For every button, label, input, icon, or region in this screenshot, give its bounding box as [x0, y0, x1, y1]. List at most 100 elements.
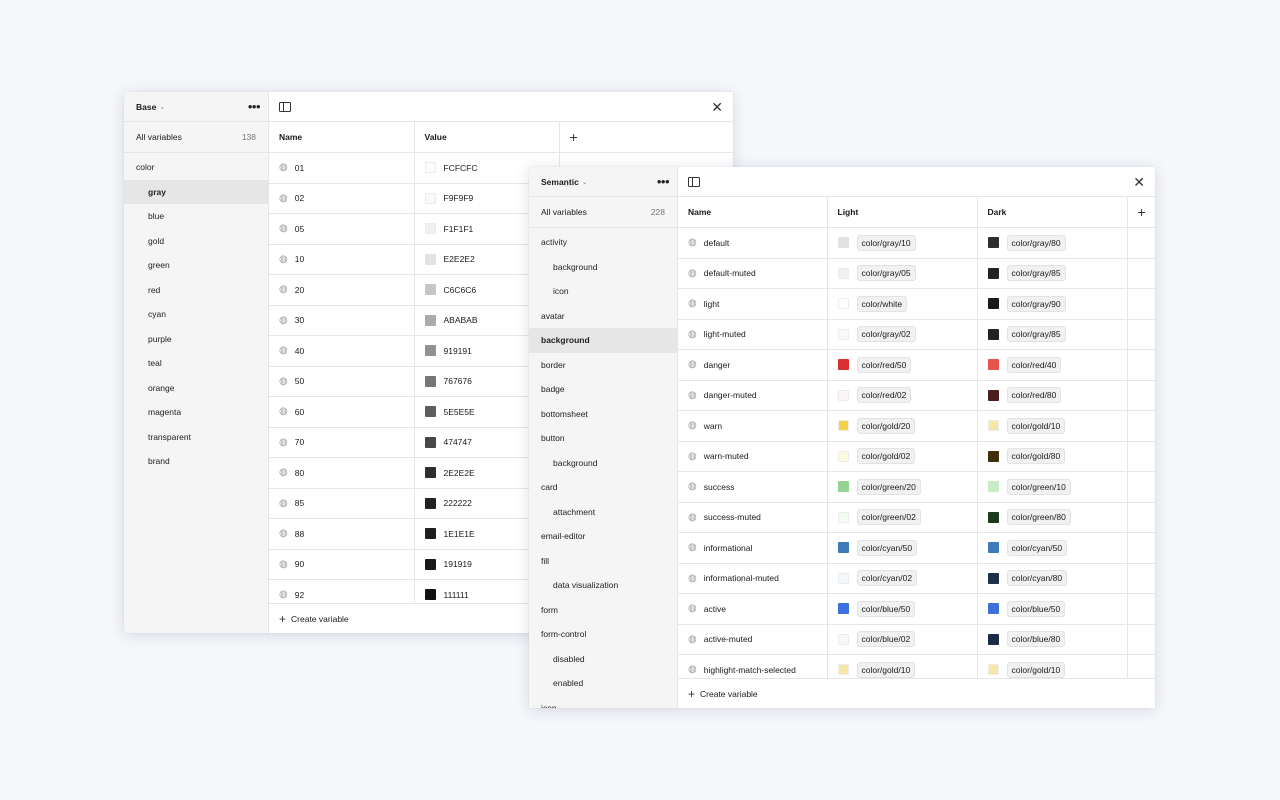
chevron-down-icon[interactable]: ⌄: [582, 178, 588, 186]
alias-pill[interactable]: color/white: [856, 295, 908, 312]
light-value-cell[interactable]: color/gray/05: [827, 258, 978, 289]
sidebar-group-item[interactable]: activity: [529, 230, 677, 255]
sidebar-group-item[interactable]: gray: [124, 179, 268, 204]
alias-pill[interactable]: color/gray/85: [1006, 326, 1066, 343]
alias-pill[interactable]: color/cyan/50: [1006, 539, 1068, 556]
sidebar-group-item[interactable]: orange: [124, 376, 268, 401]
dark-value-cell[interactable]: color/cyan/80: [977, 563, 1128, 594]
name-cell[interactable]: ◍ 60: [269, 396, 415, 428]
sidebar-group-item[interactable]: data visualization: [529, 573, 677, 598]
table-row[interactable]: ◍ default color/gray/10 color/gray/80: [678, 227, 1155, 259]
name-cell[interactable]: ◍ light-muted: [678, 319, 828, 350]
dark-value-cell[interactable]: color/gold/10: [977, 410, 1128, 442]
sidebar-group-item[interactable]: attachment: [529, 500, 677, 525]
light-value-cell[interactable]: color/red/02: [827, 380, 978, 411]
light-value-cell[interactable]: color/green/02: [827, 502, 978, 533]
dark-value-cell[interactable]: color/red/40: [977, 349, 1128, 381]
alias-pill[interactable]: color/red/40: [1006, 356, 1062, 373]
light-value-cell[interactable]: color/cyan/02: [827, 563, 978, 594]
dark-value-cell[interactable]: color/blue/80: [977, 624, 1128, 655]
light-value-cell[interactable]: color/gold/20: [827, 410, 978, 442]
sidebar-toggle-icon[interactable]: [688, 176, 700, 187]
sidebar-group-item[interactable]: border: [529, 353, 677, 378]
table-row[interactable]: ◍ success-muted color/green/02 color/green/…: [678, 502, 1155, 533]
name-cell[interactable]: ◍ active: [678, 593, 828, 625]
name-cell[interactable]: ◍ active-muted: [678, 624, 828, 655]
alias-pill[interactable]: color/green/20: [856, 478, 921, 495]
light-value-cell[interactable]: color/cyan/50: [827, 532, 978, 564]
alias-pill[interactable]: color/blue/80: [1006, 631, 1066, 648]
sidebar-group-item[interactable]: disabled: [529, 647, 677, 672]
alias-pill[interactable]: color/gold/20: [856, 417, 916, 434]
name-cell[interactable]: ◍ 70: [269, 427, 415, 458]
name-cell[interactable]: ◍ informational: [678, 532, 828, 564]
light-value-cell[interactable]: color/red/50: [827, 349, 978, 381]
all-variables-item[interactable]: All variables 138: [124, 122, 268, 153]
sidebar-group-item[interactable]: form: [529, 598, 677, 623]
name-cell[interactable]: ◍ default-muted: [678, 258, 828, 289]
alias-pill[interactable]: color/cyan/50: [856, 539, 918, 556]
table-row[interactable]: ◍ default-muted color/gray/05 color/gray/85: [678, 258, 1155, 289]
sidebar-group-item[interactable]: icon: [529, 279, 677, 304]
alias-pill[interactable]: color/red/80: [1006, 387, 1062, 404]
more-options-icon[interactable]: •••: [657, 175, 670, 188]
table-row[interactable]: ◍ danger color/red/50 color/red/40: [678, 349, 1155, 381]
name-cell[interactable]: ◍ 85: [269, 488, 415, 519]
dark-value-cell[interactable]: color/gray/85: [977, 319, 1128, 350]
sidebar-group-item[interactable]: email-editor: [529, 524, 677, 549]
sidebar-group-item[interactable]: avatar: [529, 304, 677, 329]
sidebar-group-item[interactable]: gold: [124, 229, 268, 254]
sidebar-group-item[interactable]: icon: [529, 696, 677, 708]
name-cell[interactable]: ◍ default: [678, 227, 828, 259]
alias-pill[interactable]: color/gray/02: [856, 326, 916, 343]
sidebar-group-item[interactable]: background: [529, 328, 677, 353]
alias-pill[interactable]: color/gray/05: [856, 265, 916, 282]
close-icon[interactable]: ✕: [711, 100, 723, 114]
alias-pill[interactable]: color/gold/10: [1006, 661, 1066, 678]
dark-value-cell[interactable]: color/red/80: [977, 380, 1128, 411]
name-cell[interactable]: ◍ 10: [269, 244, 415, 275]
sidebar-group-item[interactable]: background: [529, 451, 677, 476]
table-row[interactable]: ◍ light color/white color/gray/90: [678, 288, 1155, 320]
sidebar-group-item[interactable]: cyan: [124, 302, 268, 327]
dark-value-cell[interactable]: color/blue/50: [977, 593, 1128, 625]
chevron-down-icon[interactable]: ⌄: [159, 103, 165, 111]
name-cell[interactable]: ◍ danger: [678, 349, 828, 381]
sidebar-group-item[interactable]: green: [124, 253, 268, 278]
name-cell[interactable]: ◍ 05: [269, 213, 415, 245]
sidebar-group-item[interactable]: enabled: [529, 671, 677, 696]
dark-value-cell[interactable]: color/gray/85: [977, 258, 1128, 289]
dark-value-cell[interactable]: color/green/10: [977, 471, 1128, 503]
name-cell[interactable]: ◍ informational-muted: [678, 563, 828, 594]
alias-pill[interactable]: color/gray/10: [856, 234, 916, 251]
name-cell[interactable]: ◍ 90: [269, 549, 415, 580]
collection-switcher[interactable]: Semantic: [541, 177, 579, 187]
name-cell[interactable]: ◍ 88: [269, 518, 415, 550]
table-row[interactable]: ◍ informational color/cyan/50 color/cyan/50: [678, 532, 1155, 564]
name-cell[interactable]: ◍ 02: [269, 183, 415, 214]
alias-pill[interactable]: color/blue/02: [856, 631, 916, 648]
name-cell[interactable]: ◍ 80: [269, 457, 415, 489]
name-cell[interactable]: ◍ 01: [269, 152, 415, 184]
sidebar-group-item[interactable]: form-control: [529, 622, 677, 647]
name-cell[interactable]: ◍ 20: [269, 274, 415, 306]
name-cell[interactable]: ◍ light: [678, 288, 828, 320]
light-value-cell[interactable]: color/blue/50: [827, 593, 978, 625]
sidebar-group-item[interactable]: red: [124, 278, 268, 303]
name-cell[interactable]: ◍ warn-muted: [678, 441, 828, 472]
alias-pill[interactable]: color/gold/10: [856, 661, 916, 678]
sidebar-group-item[interactable]: blue: [124, 204, 268, 229]
table-row[interactable]: ◍ light-muted color/gray/02 color/gray/85: [678, 319, 1155, 350]
dark-value-cell[interactable]: color/cyan/50: [977, 532, 1128, 564]
close-icon[interactable]: ✕: [1133, 175, 1145, 189]
alias-pill[interactable]: color/gray/90: [1006, 295, 1066, 312]
light-value-cell[interactable]: color/blue/02: [827, 624, 978, 655]
light-value-cell[interactable]: color/gold/02: [827, 441, 978, 472]
alias-pill[interactable]: color/blue/50: [1006, 600, 1066, 617]
sidebar-group-item[interactable]: bottomsheet: [529, 402, 677, 427]
alias-pill[interactable]: color/green/02: [856, 509, 921, 526]
table-row[interactable]: ◍ informational-muted color/cyan/02 color/c…: [678, 563, 1155, 594]
name-cell[interactable]: ◍ 40: [269, 335, 415, 367]
sidebar-group-item[interactable]: background: [529, 255, 677, 280]
sidebar-toggle-icon[interactable]: [279, 101, 291, 112]
